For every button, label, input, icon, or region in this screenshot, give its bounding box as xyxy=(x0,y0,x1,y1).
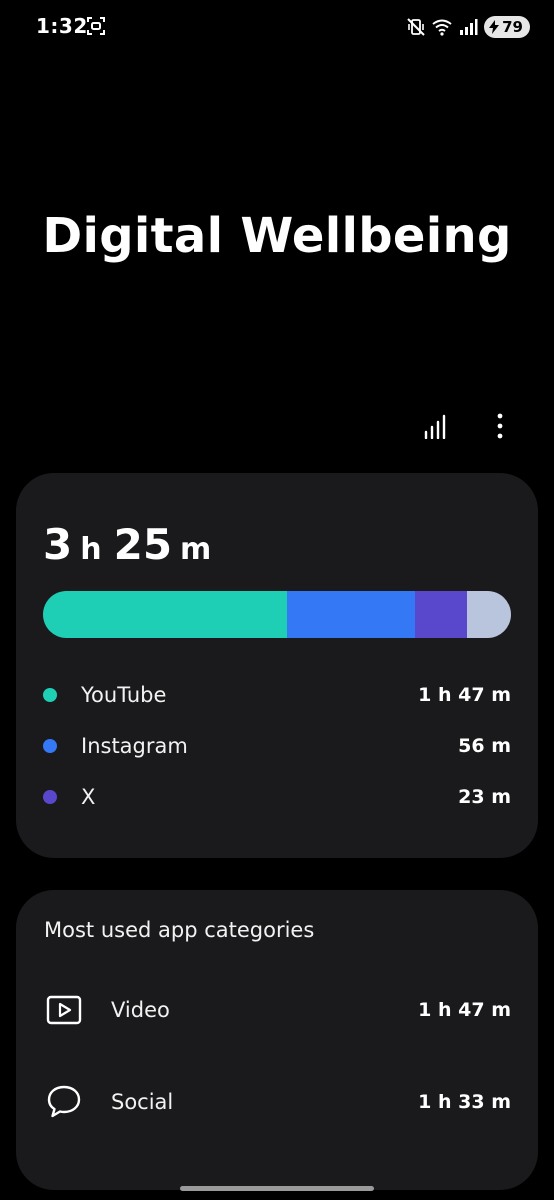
category-time: 1 h 47 m xyxy=(418,999,511,1021)
more-vertical-icon xyxy=(497,413,503,439)
category-name: Video xyxy=(111,998,170,1022)
instagram-color-dot xyxy=(43,739,57,753)
battery-charging-icon xyxy=(489,20,500,34)
battery-indicator: 79 xyxy=(484,16,530,38)
minutes-unit: m xyxy=(180,532,212,567)
app-row-youtube[interactable]: YouTube 1 h 47 m xyxy=(43,680,511,710)
hours-unit: h xyxy=(80,532,102,567)
battery-level: 79 xyxy=(502,18,523,36)
cell-signal-icon xyxy=(460,19,478,35)
page-title: Digital Wellbeing xyxy=(42,208,512,264)
app-name: X xyxy=(81,785,96,809)
app-time: 1 h 47 m xyxy=(418,684,511,706)
x-color-dot xyxy=(43,790,57,804)
usage-segment-youtube xyxy=(43,591,288,638)
bar-chart-button[interactable] xyxy=(418,408,454,444)
vibrate-mute-icon xyxy=(407,18,425,36)
total-screen-time: 3 h 25 m xyxy=(43,520,223,569)
total-minutes: 25 xyxy=(113,520,173,569)
app-row-x[interactable]: X 23 m xyxy=(43,782,511,812)
wifi-icon xyxy=(432,19,452,36)
category-row-social[interactable]: Social 1 h 33 m xyxy=(44,1080,511,1124)
usage-segment-instagram xyxy=(287,591,416,638)
app-row-instagram[interactable]: Instagram 56 m xyxy=(43,731,511,761)
chat-bubble-icon xyxy=(44,1082,84,1122)
bar-chart-icon xyxy=(424,414,446,439)
status-icons: 79 xyxy=(406,14,530,40)
status-bar: 1:32 79 xyxy=(0,0,554,56)
header-actions xyxy=(418,408,518,444)
categories-title: Most used app categories xyxy=(44,918,315,942)
screen-record-icon xyxy=(87,17,105,35)
app-name: YouTube xyxy=(81,683,167,707)
category-row-video[interactable]: Video 1 h 47 m xyxy=(44,988,511,1032)
youtube-color-dot xyxy=(43,688,57,702)
category-name: Social xyxy=(111,1090,174,1114)
category-time: 1 h 33 m xyxy=(418,1091,511,1113)
app-name: Instagram xyxy=(81,734,188,758)
more-options-button[interactable] xyxy=(482,408,518,444)
usage-segment-x xyxy=(415,591,468,638)
total-hours: 3 xyxy=(43,520,73,569)
status-time: 1:32 xyxy=(36,14,88,38)
app-time: 56 m xyxy=(458,735,511,757)
app-time: 23 m xyxy=(458,786,511,808)
home-indicator[interactable] xyxy=(180,1186,374,1191)
video-play-icon xyxy=(44,990,84,1030)
usage-bar xyxy=(43,591,511,638)
